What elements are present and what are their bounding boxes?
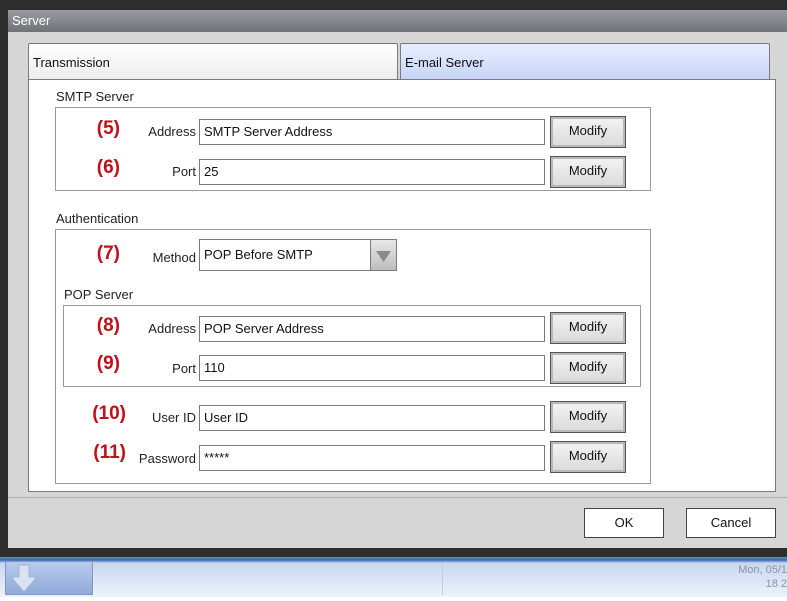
userid-field[interactable]: User ID: [199, 405, 545, 431]
smtp-address-label: Address: [148, 124, 196, 139]
password-label: Password: [138, 451, 196, 466]
tab-transmission[interactable]: Transmission: [28, 43, 398, 80]
annotation-10: (10): [92, 403, 126, 424]
pop-group-label: POP Server: [64, 287, 134, 302]
annotation-11: (11): [93, 442, 126, 463]
userid-label: User ID: [151, 410, 196, 425]
taskbar-divider: [442, 563, 443, 595]
auth-group-label: Authentication: [56, 211, 139, 226]
annotation-6: (6): [96, 157, 120, 178]
date-text: Mon, 05/1: [738, 564, 787, 576]
smtp-port-field[interactable]: 25: [199, 159, 545, 185]
tab-email-server[interactable]: E-mail Server: [400, 43, 770, 80]
time-text: 18 2: [765, 578, 787, 590]
arrow-down-icon: [9, 564, 39, 593]
taskbar-home-button[interactable]: [5, 561, 93, 595]
cancel-button[interactable]: Cancel: [686, 508, 776, 538]
chevron-down-icon: [376, 251, 391, 262]
annotation-5: (5): [96, 118, 120, 139]
taskbar: [0, 557, 787, 597]
pop-port-field[interactable]: 110: [199, 355, 545, 381]
taskbar-datetime: Mon, 05/1 18 2: [697, 563, 787, 591]
footer-divider: [8, 497, 787, 498]
smtp-port-modify-button[interactable]: Modify: [550, 156, 626, 188]
password-field[interactable]: *****: [199, 445, 545, 471]
annotation-8: (8): [96, 315, 120, 336]
method-dropdown-button[interactable]: [370, 239, 397, 271]
annotation-7: (7): [96, 243, 120, 264]
smtp-group-label: SMTP Server: [56, 89, 134, 104]
smtp-address-modify-button[interactable]: Modify: [550, 116, 626, 148]
annotation-9: (9): [96, 353, 120, 374]
pop-address-label: Address: [148, 321, 196, 336]
pop-address-field[interactable]: POP Server Address: [199, 316, 545, 342]
smtp-address-field[interactable]: SMTP Server Address: [199, 119, 545, 145]
method-select[interactable]: POP Before SMTP: [199, 239, 371, 271]
method-label: Method: [152, 250, 196, 265]
pop-port-label: Port: [172, 361, 196, 376]
pop-port-modify-button[interactable]: Modify: [550, 352, 626, 384]
password-modify-button[interactable]: Modify: [550, 441, 626, 473]
window-title: Server: [8, 10, 787, 32]
userid-modify-button[interactable]: Modify: [550, 401, 626, 433]
pop-address-modify-button[interactable]: Modify: [550, 312, 626, 344]
smtp-port-label: Port: [172, 164, 196, 179]
ok-button[interactable]: OK: [584, 508, 664, 538]
